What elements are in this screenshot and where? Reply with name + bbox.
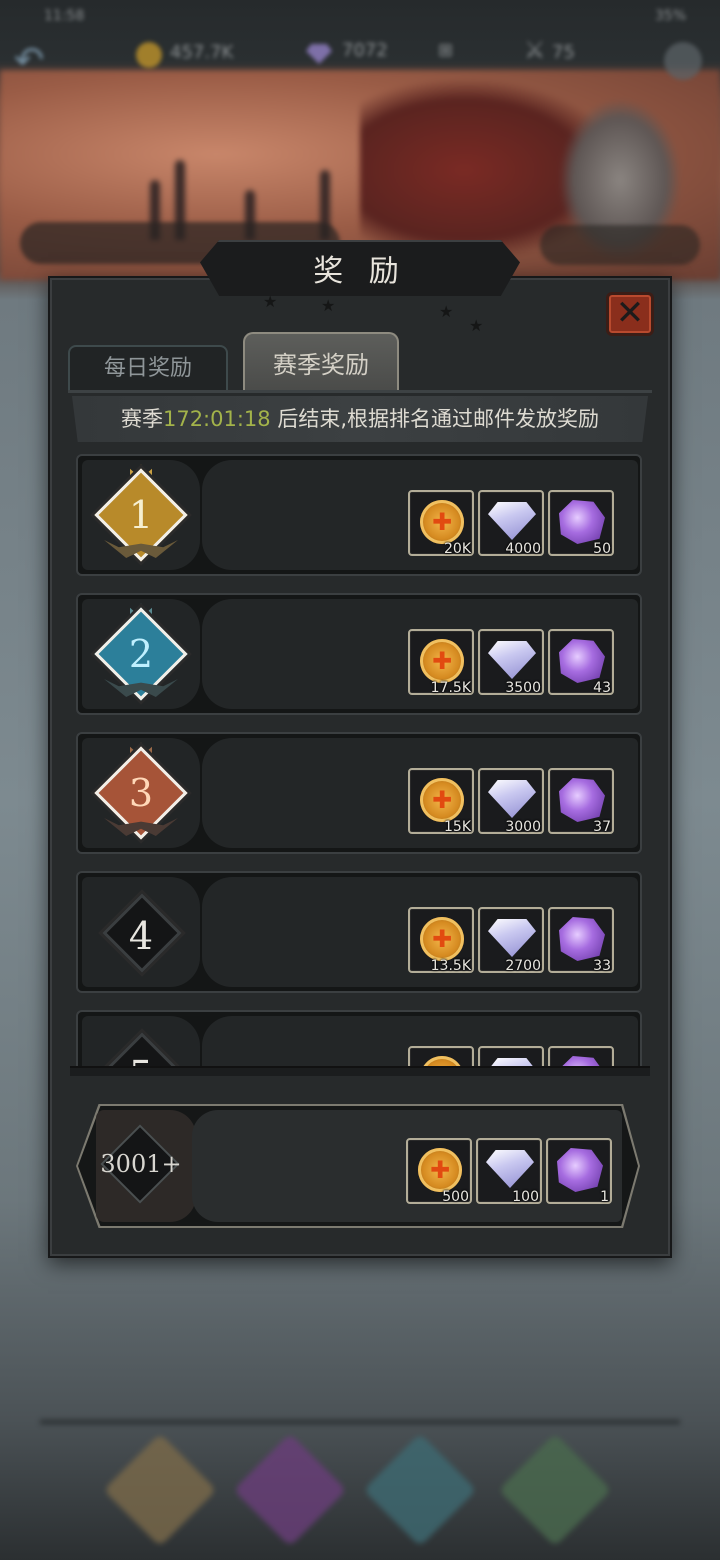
stamina-icon: ⚔ — [524, 36, 546, 64]
reward-item[interactable]: 33 — [548, 907, 614, 974]
coin-icon — [420, 778, 464, 822]
rank-row: 3 15K 3000 37 — [76, 732, 642, 854]
gold-icon — [136, 42, 162, 68]
rank-cell: 5 — [82, 1016, 200, 1070]
reward-item[interactable]: 15K — [408, 768, 474, 835]
close-button[interactable]: ✕ — [606, 292, 654, 336]
reward-item[interactable]: 37 — [548, 768, 614, 835]
tab-daily-rewards[interactable]: 每日奖励 — [68, 345, 228, 391]
nav-shop-icon[interactable] — [498, 1433, 612, 1547]
orb-icon — [559, 917, 605, 961]
gem-amount: 7072 — [342, 40, 388, 61]
reward-quantity: 3000 — [505, 819, 541, 835]
coin-icon — [418, 1148, 462, 1192]
list-edge — [70, 1066, 650, 1076]
reward-quantity: 2700 — [505, 958, 541, 974]
orb-icon — [559, 500, 605, 544]
orb-icon — [557, 1148, 603, 1192]
reward-quantity: 500 — [442, 1189, 469, 1205]
reward-item[interactable]: 20K — [408, 490, 474, 557]
dialog-title: 奖 励 — [313, 254, 407, 289]
bottom-navigation — [40, 1420, 680, 1550]
rank-row: 2 17.5K 3500 43 — [76, 593, 642, 715]
status-battery: 35% — [655, 8, 687, 24]
reward-quantity: 13.5K — [430, 958, 471, 974]
status-time: 11:58 — [44, 8, 85, 24]
reward-quantity: 33 — [593, 958, 611, 974]
reward-quantity: 37 — [593, 819, 611, 835]
orb-icon — [559, 639, 605, 683]
reward-item[interactable]: 17.5K — [408, 629, 474, 696]
coin-icon — [420, 500, 464, 544]
diamond-icon — [488, 919, 536, 957]
stamina-amount: 75 — [552, 42, 575, 63]
rank-number: 1 — [128, 493, 154, 537]
reward-quantity: 3500 — [505, 680, 541, 696]
reward-quantity: 1 — [600, 1189, 609, 1205]
nav-record-icon[interactable] — [363, 1433, 477, 1547]
add-icon[interactable]: ⊞ — [438, 40, 453, 61]
my-rank-number: 3001+ — [100, 1150, 182, 1178]
rank-row: 5 — [76, 1010, 642, 1070]
gem-icon — [306, 44, 332, 64]
diamond-icon — [488, 641, 536, 679]
rank-number: 4 — [128, 914, 154, 958]
reward-quantity: 17.5K — [430, 680, 471, 696]
reward-item[interactable]: 100 — [476, 1138, 542, 1205]
reward-quantity: 4000 — [505, 541, 541, 557]
reward-item[interactable]: 1 — [546, 1138, 612, 1205]
reward-quantity: 50 — [593, 541, 611, 557]
rank-cell: 2 — [82, 599, 200, 709]
tab-divider — [68, 390, 652, 393]
game-screen: 11:58 35% ↶ 457.7K 7072 ⊞ ⚔ 75 奖 励 ★ ★ ★ ★ … — [0, 0, 720, 1560]
season-timer: 172:01:18 — [162, 407, 271, 431]
reward-quantity: 100 — [512, 1189, 539, 1205]
diamond-icon — [488, 780, 536, 818]
nav-rank-icon[interactable] — [103, 1433, 217, 1547]
orb-icon — [559, 778, 605, 822]
coin-icon — [420, 639, 464, 683]
season-label: 赛季 — [120, 407, 163, 431]
rank-cell: 1 — [82, 460, 200, 570]
diamond-icon — [488, 502, 536, 540]
back-icon[interactable]: ↶ — [14, 40, 44, 81]
reward-quantity: 43 — [593, 680, 611, 696]
close-icon: ✕ — [615, 293, 645, 333]
rank-number: 3 — [128, 771, 154, 815]
tab-season-rewards[interactable]: 赛季奖励 — [243, 332, 399, 392]
rank-number: 2 — [128, 632, 154, 676]
reward-quantity: 20K — [444, 541, 471, 557]
rank-reward-list[interactable]: 1 20K 4000 50 2 17.5K 3500 43 — [72, 450, 650, 1070]
rank-row: 4 13.5K 2700 33 — [76, 871, 642, 993]
top-bar: 11:58 35% ↶ 457.7K 7072 ⊞ ⚔ 75 — [0, 0, 720, 90]
reward-item[interactable]: 2700 — [478, 907, 544, 974]
season-info-bar — [540, 225, 700, 265]
nav-battle-icon[interactable] — [233, 1433, 347, 1547]
reward-item[interactable]: 13.5K — [408, 907, 474, 974]
coin-icon — [420, 917, 464, 961]
diamond-icon — [486, 1150, 534, 1188]
rank-cell: 4 — [82, 877, 200, 987]
menu-icon[interactable] — [664, 42, 702, 80]
reward-item[interactable]: 3500 — [478, 629, 544, 696]
reward-quantity: 15K — [444, 819, 471, 835]
reward-item[interactable]: 3000 — [478, 768, 544, 835]
stars-decoration: ★ ★ ★ ★ — [263, 292, 484, 335]
season-note: 后结束,根据排名通过邮件发放奖励 — [270, 407, 600, 431]
rank-cell: 3 — [82, 738, 200, 848]
reward-item[interactable]: 43 — [548, 629, 614, 696]
gold-amount: 457.7K — [170, 42, 234, 63]
rank-row: 1 20K 4000 50 — [76, 454, 642, 576]
reward-item[interactable]: 4000 — [478, 490, 544, 557]
reward-item[interactable]: 500 — [406, 1138, 472, 1205]
reward-item[interactable]: 50 — [548, 490, 614, 557]
season-info: 赛季172:01:18 后结束,根据排名通过邮件发放奖励 — [72, 396, 648, 442]
